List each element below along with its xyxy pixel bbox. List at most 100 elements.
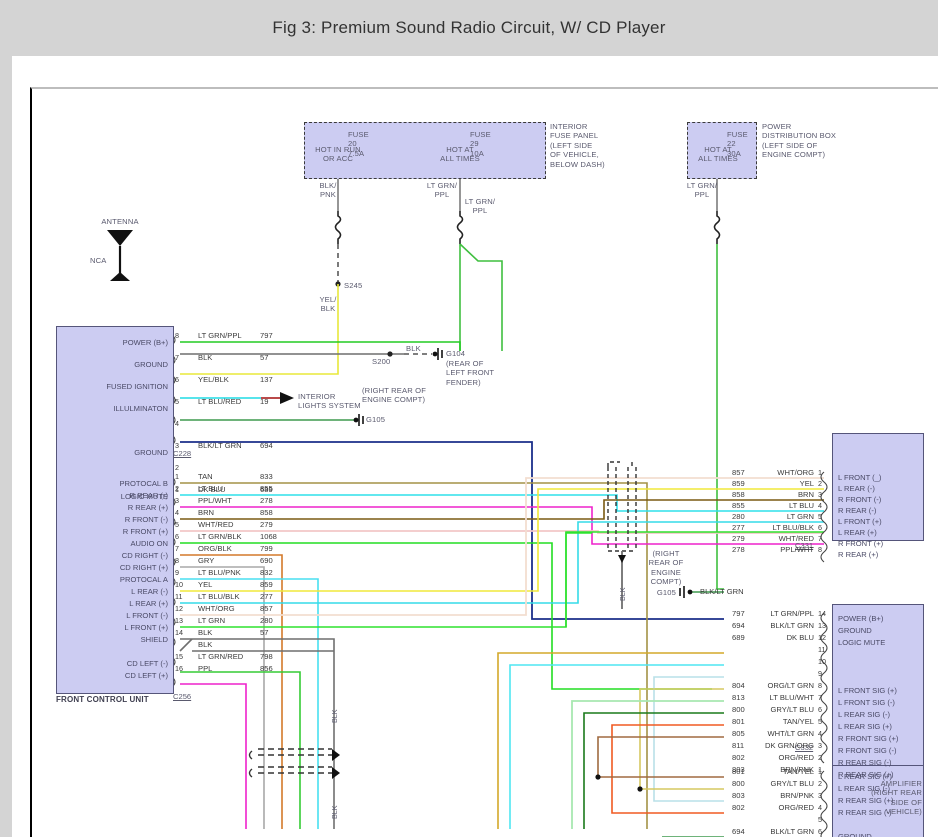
c332-pin-num-5: 5 <box>818 717 822 726</box>
wire-ltgrnppl-pdb <box>717 244 724 589</box>
fuse-20-label: FUSE 20 7.5A <box>348 130 369 158</box>
c256-pin-name-11: L REAR (+) <box>62 599 168 608</box>
c332-pin-num-8: 8 <box>818 681 822 690</box>
c332-wire-num-13: 694 <box>732 621 745 630</box>
c332-pin-name-12: LOGIC MUTE <box>838 638 922 647</box>
c331-pin-name-1: L FRONT (_) <box>838 473 922 482</box>
wire-801-tanyel <box>640 689 724 789</box>
wire-833-tan <box>180 483 647 829</box>
c256-pin-num-8: 8 <box>175 556 179 565</box>
c256-wire-num-1: 833 <box>260 472 273 481</box>
rspk-wire-num-2: 800 <box>732 779 745 788</box>
c256-pin-num-14: 14 <box>175 628 183 637</box>
wire-label-blk-vert-b: BLK <box>330 805 339 819</box>
c256-wire-name-7: ORG/BLK <box>198 544 232 553</box>
c332-pin-num-2: 2 <box>818 753 822 762</box>
c256-pin-num-2: 2 <box>175 484 179 493</box>
c256-wire-name-12: WHT/ORG <box>198 604 235 613</box>
wire-ltgrnppl-branch <box>460 244 502 351</box>
wire-803-brnpnk <box>598 737 724 777</box>
c332-wire-num-7: 813 <box>732 693 745 702</box>
antenna-symbol <box>107 230 133 281</box>
c256-pin-name-10: L REAR (-) <box>62 587 168 596</box>
c256-pin-num-11: 11 <box>175 592 182 601</box>
c332-wire-name-8: ORG/LT GRN <box>762 681 814 690</box>
c332-wire-name-14: LT GRN/PPL <box>762 609 814 618</box>
splice-s200-dot <box>387 351 392 356</box>
wire-858-brn <box>180 500 824 519</box>
ground-g105-top-location: (RIGHT REAR OF ENGINE COMPT) <box>362 386 426 405</box>
c256-wire-num-10: 859 <box>260 580 273 589</box>
c228-pin-name-7: GROUND <box>62 360 168 369</box>
c331-pin-num-8: 8 <box>818 545 822 554</box>
c332-pin-num-4: 4 <box>818 729 822 738</box>
ground-g105-mid-symbol <box>680 586 692 598</box>
c256-wire-name-14: BLK <box>198 640 212 649</box>
c228-pin-num-3: 3 <box>175 441 179 450</box>
c228-pin-name-6: FUSED IGNITION <box>62 382 168 391</box>
c228-pin-num-6: 6 <box>175 375 179 384</box>
c332-pin-num-6: 6 <box>818 705 822 714</box>
c256-wire-num-4: 858 <box>260 508 273 517</box>
c332-pin-num-14: 14 <box>818 609 826 618</box>
c256-wire-name-4: BRN <box>198 508 214 517</box>
c256-pin-num-12: 12 <box>175 604 183 613</box>
connector-c228-label: C228 <box>173 449 191 458</box>
wire-804-orgltgrn <box>498 653 724 829</box>
c332-pin-num-9: 9 <box>818 669 822 678</box>
fuse-22-label: FUSE 22 30A <box>727 130 748 158</box>
c256-pin-name-4: R FRONT (-) <box>62 515 168 524</box>
c332-pin-num-12: 12 <box>818 633 826 642</box>
front-control-unit-label: FRONT CONTROL UNIT <box>56 695 149 704</box>
ground-g105-top-label: G105 <box>366 415 385 424</box>
shield-symbol-bottom <box>250 749 333 777</box>
c331-wire-num-6: 277 <box>732 523 745 532</box>
c332-wire-num-6: 800 <box>732 705 745 714</box>
wire-shield-jog <box>180 639 192 651</box>
wire-802-orgred <box>612 725 724 813</box>
c256-pin-name-15: CD LEFT (-) <box>62 659 168 668</box>
page-title: Fig 3: Premium Sound Radio Circuit, W/ C… <box>272 18 665 38</box>
c256-pin-num-3: 3 <box>175 496 179 505</box>
rspk-wire-name-2: GRY/LT BLU <box>762 779 814 788</box>
c331-wire-name-1: WHT/ORG <box>762 468 814 477</box>
c228-pin-name-3: GROUND <box>62 448 168 457</box>
wiring-diagram-canvas: HOT IN RUN OR ACC HOT AT ALL TIMES FUSE … <box>32 89 938 837</box>
c256-pin-name-2: R REAR (-) <box>62 491 168 500</box>
c331-pin-num-4: 4 <box>818 501 822 510</box>
rspk-wire-name-4: ORG/RED <box>762 803 814 812</box>
c331-pin-name-3: R FRONT (-) <box>838 495 922 504</box>
c332-wire-name-13: BLK/LT GRN <box>762 621 814 630</box>
shield-arrow-bottom-2 <box>332 767 340 779</box>
c332-wire-num-12: 689 <box>732 633 745 642</box>
antenna-lead-label: NCA <box>90 256 106 265</box>
c331-wire-name-7: WHT/RED <box>762 534 814 543</box>
rspk-wire-num-4: 802 <box>732 803 745 812</box>
rspk-wire-num-6: 694 <box>732 827 745 836</box>
rspk-pin-num-5: 5 <box>818 815 822 824</box>
fuse-29-label: FUSE 29 10A <box>470 130 491 158</box>
c256-wire-name-1: TAN <box>198 472 213 481</box>
c332-pin-num-13: 13 <box>818 621 826 630</box>
wire-label-694-mid: BLK/LT GRN <box>700 587 744 596</box>
splice-s245-label: S245 <box>344 281 362 290</box>
c228-wire-num-6: 137 <box>260 375 273 384</box>
c256-pin-num-1: 1 <box>175 472 179 481</box>
c332-pin-name-13: GROUND <box>838 626 922 635</box>
c256-pin-num-15: 15 <box>175 652 183 661</box>
c228-wire-name-3: BLK/LT GRN <box>198 441 242 450</box>
c332-wire-num-14: 797 <box>732 609 745 618</box>
c228-pin-num-2: 2 <box>175 463 179 472</box>
c256-pin-name-13: L FRONT (+) <box>62 623 168 632</box>
c331-wire-num-5: 280 <box>732 512 745 521</box>
ground-g105-mid-label: G105 <box>646 588 676 597</box>
c256-pin-num-16: 16 <box>175 664 183 673</box>
c331-wire-name-6: LT BLU/BLK <box>762 523 814 532</box>
c331-pin-num-2: 2 <box>818 479 822 488</box>
c228-wire-num-7: 57 <box>260 353 268 362</box>
wire-label-ltgrnppl-pdb: LT GRN/ PPL <box>678 181 726 200</box>
c256-pin-num-4: 4 <box>175 508 179 517</box>
c332-wire-name-4: WHT/LT GRN <box>762 729 814 738</box>
rspk-pin-name-1: L REAR SIG (+) <box>838 772 922 781</box>
ground-g104-location: (REAR OF LEFT FRONT FENDER) <box>446 359 494 387</box>
